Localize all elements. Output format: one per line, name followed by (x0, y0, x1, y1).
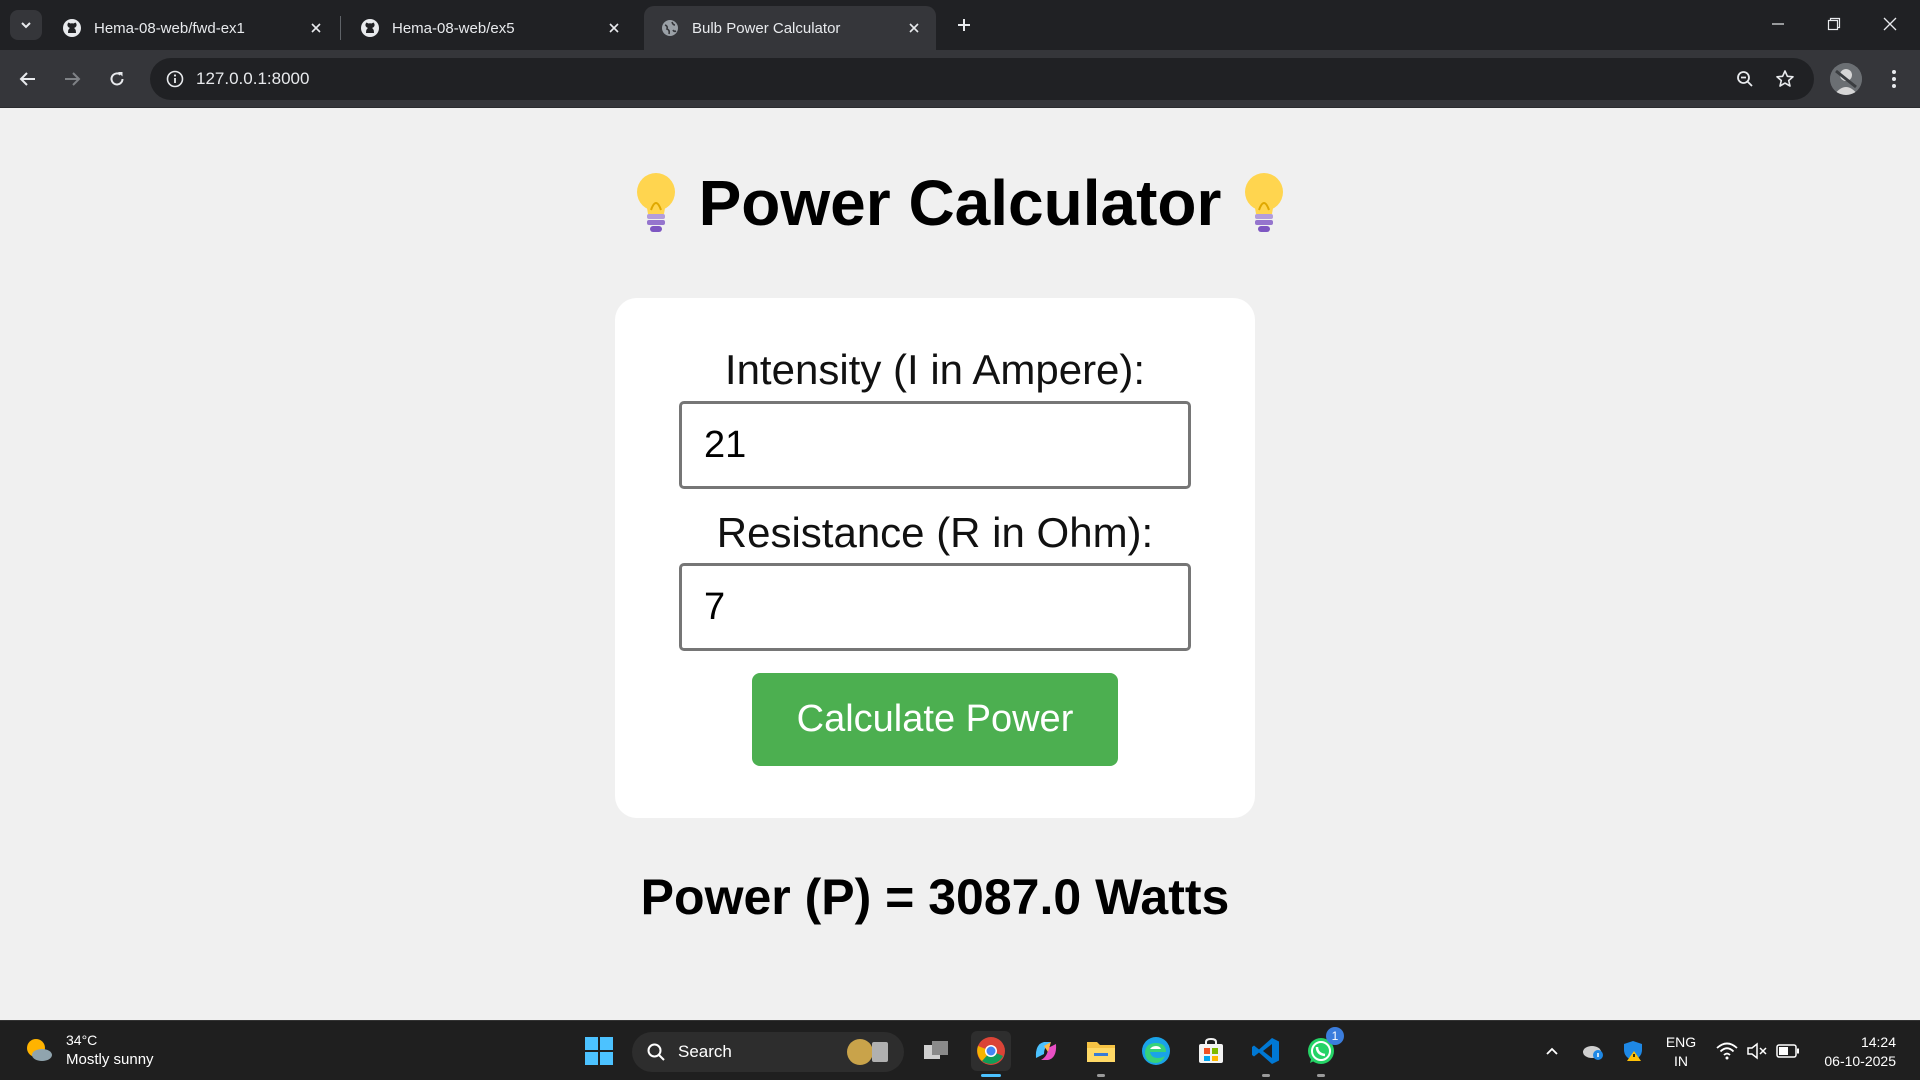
file-explorer-icon[interactable] (1081, 1031, 1121, 1077)
page-title-text: Power Calculator (698, 167, 1222, 239)
vscode-icon[interactable] (1246, 1031, 1286, 1077)
tab-title: Hema-08-web/fwd-ex1 (94, 19, 245, 37)
copilot-icon[interactable] (1026, 1031, 1066, 1071)
system-clock[interactable]: 14:24 06-10-2025 (1810, 1033, 1896, 1071)
show-hidden-icons-chevron[interactable] (1540, 1031, 1564, 1071)
github-icon (360, 18, 380, 38)
browser-toolbar: 127.0.0.1:8000 (0, 50, 1920, 108)
taskbar-search-box[interactable]: Search (632, 1032, 904, 1072)
power-result: Power (P) = 3087.0 Watts (640, 869, 1230, 925)
microsoft-store-icon[interactable] (1191, 1031, 1231, 1071)
language-region: IN (1674, 1053, 1688, 1069)
tab-separator (340, 16, 341, 40)
minimize-button[interactable] (1750, 0, 1806, 48)
minimize-icon (1772, 23, 1784, 25)
more-menu-icon[interactable] (1878, 63, 1910, 95)
arrow-right-icon (65, 72, 81, 86)
weather-description: Mostly sunny (66, 1051, 154, 1068)
address-bar[interactable]: 127.0.0.1:8000 (150, 58, 1814, 100)
plus-icon (958, 19, 970, 31)
restore-icon (1827, 17, 1841, 31)
windows-logo-icon (585, 1037, 613, 1065)
bookmark-star-icon[interactable] (1770, 64, 1800, 94)
tab-title: Hema-08-web/ex5 (392, 19, 515, 37)
open-indicator (1317, 1074, 1325, 1077)
reload-button[interactable] (101, 63, 133, 95)
volume-muted-icon[interactable] (1744, 1031, 1770, 1071)
wifi-icon[interactable] (1714, 1031, 1740, 1071)
site-info-icon[interactable] (160, 64, 190, 94)
calculate-power-button[interactable]: Calculate Power (752, 673, 1118, 766)
new-tab-button[interactable] (948, 10, 980, 40)
search-label: Search (678, 1042, 732, 1061)
clock-time: 14:24 (1860, 1034, 1896, 1050)
intensity-input[interactable] (679, 401, 1191, 489)
notification-badge: 1 (1326, 1027, 1344, 1045)
tab-search-button[interactable] (10, 10, 42, 40)
close-icon (1883, 17, 1897, 31)
close-window-button[interactable] (1862, 0, 1918, 48)
edge-icon[interactable] (1136, 1031, 1176, 1071)
page-title: Power Calculator (0, 166, 1920, 240)
reload-icon (110, 72, 124, 86)
weather-widget[interactable]: 34°C Mostly sunny (24, 1031, 154, 1069)
search-icon (647, 1043, 665, 1061)
lightbulb-icon (631, 170, 681, 236)
security-shield-icon[interactable] (1618, 1031, 1648, 1071)
task-view-icon[interactable] (916, 1031, 956, 1071)
arrow-left-icon (19, 72, 35, 86)
close-tab-icon[interactable] (902, 16, 926, 40)
partly-sunny-icon (27, 1039, 52, 1061)
github-icon (62, 18, 82, 38)
back-button[interactable] (12, 63, 44, 95)
forward-button[interactable] (56, 63, 88, 95)
language-indicator[interactable]: ENG IN (1664, 1033, 1698, 1071)
start-button[interactable] (579, 1031, 619, 1071)
intensity-label: Intensity (I in Ampere): (724, 346, 1146, 393)
restore-button[interactable] (1806, 0, 1862, 48)
chrome-taskbar-icon[interactable] (971, 1031, 1011, 1077)
globe-icon (660, 18, 680, 38)
tab-title: Bulb Power Calculator (692, 19, 841, 37)
close-tab-icon[interactable] (602, 16, 626, 40)
clock-date: 06-10-2025 (1824, 1053, 1896, 1069)
open-indicator (1097, 1074, 1105, 1077)
tab-ex5[interactable]: Hema-08-web/ex5 (344, 6, 636, 50)
tab-bulb-power-calculator[interactable]: Bulb Power Calculator (644, 6, 936, 50)
search-highlight-icon (847, 1039, 888, 1065)
tab-fwd-ex1[interactable]: Hema-08-web/fwd-ex1 (46, 6, 338, 50)
onedrive-icon[interactable] (1578, 1031, 1608, 1071)
open-indicator (1262, 1074, 1270, 1077)
zoom-icon[interactable] (1730, 64, 1760, 94)
language-code: ENG (1665, 1034, 1697, 1050)
active-indicator (981, 1074, 1001, 1077)
close-tab-icon[interactable] (304, 16, 328, 40)
resistance-input[interactable] (679, 563, 1191, 651)
whatsapp-icon[interactable]: 1 (1301, 1027, 1344, 1077)
resistance-label: Resistance (R in Ohm): (716, 509, 1154, 556)
profile-avatar[interactable] (1830, 63, 1862, 95)
windows-taskbar: 34°C Mostly sunny Search 1 ENG IN 14:24 … (0, 1020, 1920, 1080)
browser-tab-strip: Hema-08-web/fwd-ex1 Hema-08-web/ex5 Bulb… (0, 0, 1920, 50)
battery-icon[interactable] (1774, 1031, 1802, 1071)
calculator-form: Intensity (I in Ampere): Resistance (R i… (615, 298, 1255, 818)
page-content: Power Calculator Intensity (I in Ampere)… (0, 108, 1920, 1020)
lightbulb-icon (1239, 170, 1289, 236)
chevron-down-icon (21, 22, 31, 29)
weather-temperature: 34°C (66, 1032, 98, 1048)
url-text[interactable]: 127.0.0.1:8000 (196, 69, 309, 89)
